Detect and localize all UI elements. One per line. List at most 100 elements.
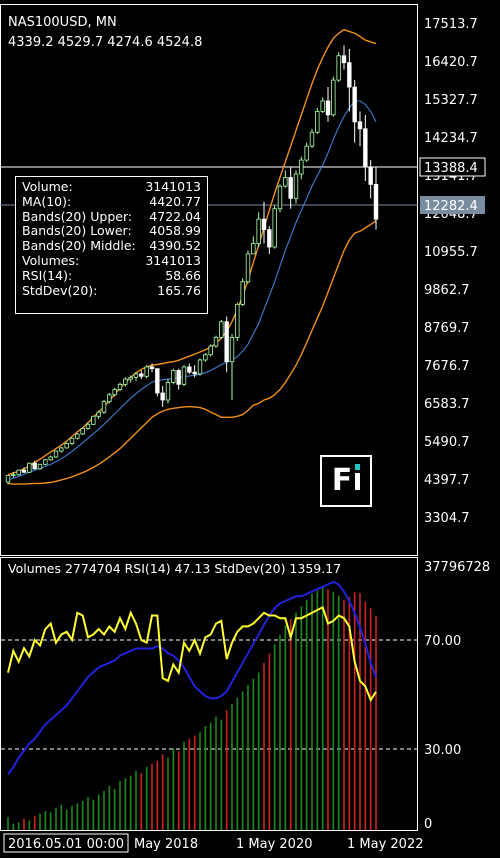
price-tick: 8769.7 <box>424 321 470 336</box>
info-label: StdDev(20): <box>22 282 98 298</box>
info-label: RSI(14): <box>22 267 73 283</box>
candle-body <box>75 433 80 439</box>
info-label: Volumes: <box>22 252 80 268</box>
price-tick: 9862.7 <box>424 283 470 298</box>
candle-body <box>277 185 283 210</box>
logo-letter-i <box>355 463 361 490</box>
candle-body <box>128 376 133 380</box>
candle-body <box>197 359 203 375</box>
candle-body <box>11 474 16 477</box>
info-value: 165.76 <box>157 282 201 298</box>
candle-body <box>160 392 165 401</box>
candle-body <box>53 450 59 458</box>
candle-body <box>288 177 293 199</box>
candle-body <box>341 55 347 64</box>
candle-body <box>208 345 213 356</box>
candle-body <box>299 159 304 175</box>
info-row-volumes: Volumes: 3141013 <box>22 252 201 269</box>
price-tick: 7676.7 <box>424 359 470 374</box>
candle-body <box>133 373 139 378</box>
info-value: 4722.04 <box>149 208 201 224</box>
info-value: 4058.99 <box>149 223 201 239</box>
candle-body <box>176 370 181 385</box>
candle-body <box>304 145 309 161</box>
candle-body <box>363 128 368 168</box>
candle-body <box>235 303 240 338</box>
info-value: 4390.52 <box>149 238 201 254</box>
candle-body <box>203 354 208 361</box>
candle-body <box>283 177 288 187</box>
candle-body <box>251 243 256 255</box>
candle-body <box>144 366 149 377</box>
candle-body <box>64 443 69 449</box>
candle-body <box>91 415 96 425</box>
candle-body <box>112 389 117 396</box>
sub-tick: 70.00 <box>424 634 461 649</box>
info-label: Bands(20) Middle: <box>22 238 136 254</box>
candle-body <box>347 62 352 88</box>
time-axis-label: 1 May 2020 <box>236 837 313 852</box>
candle-body <box>69 437 75 444</box>
info-row-bands-upper: Bands(20) Upper: 4722.04 <box>22 208 201 225</box>
time-label: 2016.05.01 00:00 <box>8 837 124 852</box>
info-row-bands-middle: Bands(20) Middle: 4390.52 <box>22 238 201 254</box>
symbol-timeframe: NAS100USD, MN <box>8 15 117 30</box>
candle-body <box>261 218 267 230</box>
candle-body <box>245 253 251 283</box>
price-tick: 10955.7 <box>424 245 478 260</box>
candle-body <box>85 423 91 429</box>
candle-body <box>43 459 48 465</box>
info-value: 3141013 <box>145 179 201 194</box>
info-row-ma10: MA(10): 4420.77 <box>22 193 201 210</box>
candle-body <box>336 55 341 81</box>
candle-body <box>139 373 144 377</box>
candle-body <box>315 110 320 133</box>
candle-body <box>240 281 245 305</box>
candle-body <box>27 462 32 473</box>
candle-body <box>309 131 315 147</box>
candle-body <box>149 366 155 370</box>
sub-series <box>7 580 377 775</box>
info-row-stddev: StdDev(20): 165.76 <box>22 282 201 299</box>
info-label: Bands(20) Lower: <box>22 223 132 239</box>
candle-body <box>155 368 160 394</box>
current-price-label: 12282.4 <box>424 199 478 214</box>
candle-body <box>80 428 85 435</box>
info-label: MA(10): <box>22 193 72 209</box>
candle-body <box>219 321 224 338</box>
sub-tick: 30.00 <box>424 743 461 758</box>
candle-body <box>357 121 363 130</box>
price-tick: 15327.7 <box>424 93 478 108</box>
candle-body <box>229 336 235 363</box>
info-row-volume: Volume: 3141013 <box>22 179 201 195</box>
candle-body <box>96 411 101 417</box>
candle-body <box>107 394 112 403</box>
info-value: 3141013 <box>145 252 201 268</box>
fi-logo[interactable]: F <box>320 455 372 507</box>
price-tick: 4397.7 <box>424 473 470 488</box>
candle-body <box>181 366 187 385</box>
sub-indicator-header: Volumes 2774704 RSI(14) 47.13 StdDev(20)… <box>8 561 341 576</box>
candle-body <box>331 79 336 116</box>
price-tick: 5490.7 <box>424 435 470 450</box>
sub-tick: 0 <box>424 817 432 832</box>
candle-body <box>165 382 171 401</box>
candle-body <box>48 456 53 461</box>
price-tick: 17513.7 <box>424 17 478 32</box>
candle-body <box>123 378 128 385</box>
candle-body <box>320 100 325 112</box>
chart-canvas[interactable]: NAS100USD, MN 4339.2 4529.7 4274.6 4524.… <box>0 0 500 858</box>
info-value: 58.66 <box>165 267 201 283</box>
data-window-popup: Volume: 3141013 MA(10): 4420.77 Bands(20) … <box>15 176 208 314</box>
candle-body <box>16 469 21 476</box>
candle-body <box>37 463 43 470</box>
candle-body <box>368 166 373 185</box>
price-tick: 16420.7 <box>424 55 478 70</box>
candle-body <box>224 321 229 363</box>
time-axis-label: 1 May 2022 <box>347 837 424 852</box>
candle-body <box>256 218 261 244</box>
logo-i-dot <box>355 463 361 470</box>
price-tick: 6583.7 <box>424 397 470 412</box>
price-tick: 3304.7 <box>424 511 470 526</box>
candle-body <box>192 371 197 375</box>
